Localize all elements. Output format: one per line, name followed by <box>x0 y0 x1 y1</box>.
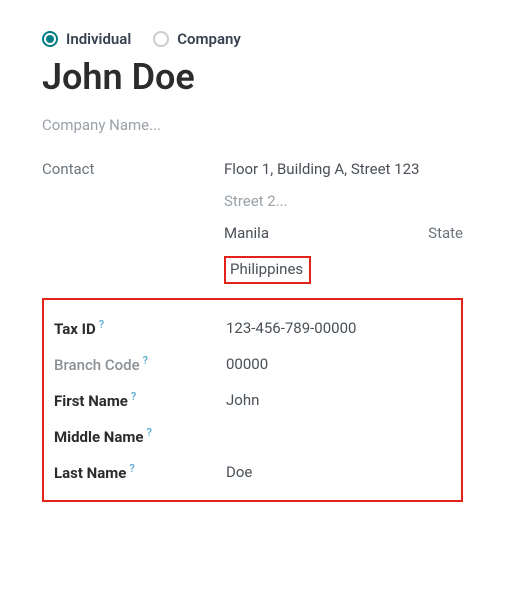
tax-id-input[interactable]: 123-456-789-00000 <box>226 319 449 337</box>
help-icon[interactable]: ? <box>143 354 148 367</box>
radio-dot-icon <box>42 31 58 47</box>
radio-dot-icon <box>153 31 169 47</box>
last-name-input[interactable]: Doe <box>226 463 449 481</box>
country-input[interactable]: Philippines <box>224 256 311 284</box>
help-icon[interactable]: ? <box>147 426 152 439</box>
branch-code-row: Branch Code? 00000 <box>54 346 449 382</box>
branch-code-input[interactable]: 00000 <box>226 355 449 373</box>
contact-type-radio-group: Individual Company <box>42 30 463 48</box>
last-name-label: Last Name? <box>54 462 226 482</box>
radio-company[interactable]: Company <box>153 30 241 48</box>
street2-input[interactable]: Street 2... <box>224 192 463 210</box>
branch-code-label: Branch Code? <box>54 354 226 374</box>
help-icon[interactable]: ? <box>99 318 104 331</box>
company-name-input[interactable]: Company Name... <box>42 116 463 134</box>
help-icon[interactable]: ? <box>131 390 136 403</box>
tax-id-row: Tax ID? 123-456-789-00000 <box>54 310 449 346</box>
state-input[interactable]: State <box>428 224 463 242</box>
tax-id-label: Tax ID? <box>54 318 226 338</box>
radio-individual-label: Individual <box>66 30 131 48</box>
contact-label: Contact <box>42 160 224 178</box>
contact-address-row: Contact Floor 1, Building A, Street 123 … <box>42 160 463 284</box>
identity-fields-box: Tax ID? 123-456-789-00000 Branch Code? 0… <box>42 298 463 502</box>
last-name-row: Last Name? Doe <box>54 454 449 490</box>
contact-name-input[interactable]: John Doe <box>42 56 463 98</box>
street1-input[interactable]: Floor 1, Building A, Street 123 <box>224 160 463 178</box>
middle-name-row: Middle Name? <box>54 418 449 454</box>
radio-individual[interactable]: Individual <box>42 30 131 48</box>
address-fields: Floor 1, Building A, Street 123 Street 2… <box>224 160 463 284</box>
first-name-label: First Name? <box>54 390 226 410</box>
middle-name-label: Middle Name? <box>54 426 226 446</box>
first-name-input[interactable]: John <box>226 391 449 409</box>
first-name-row: First Name? John <box>54 382 449 418</box>
city-input[interactable]: Manila <box>224 224 269 242</box>
help-icon[interactable]: ? <box>129 462 134 475</box>
radio-company-label: Company <box>177 30 241 48</box>
